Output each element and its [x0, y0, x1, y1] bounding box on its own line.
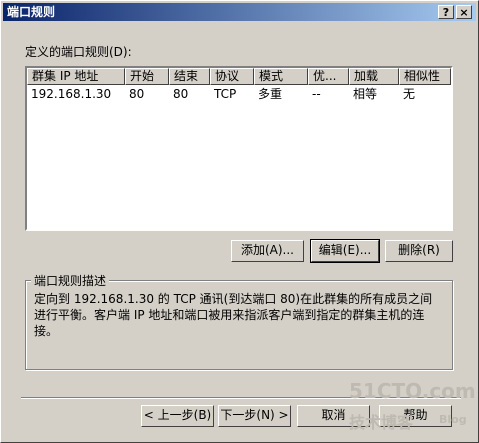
cell-mode: 多重 [258, 87, 283, 101]
next-button[interactable]: 下一步(N) > [218, 405, 291, 427]
cell-end: 80 [173, 87, 189, 101]
cell-start: 80 [129, 87, 145, 101]
column-header-mode[interactable]: 模式 [254, 68, 308, 85]
title-bar: 端口规则 ? × [3, 3, 476, 21]
cell-cluster-ip: 192.168.1.30 [31, 87, 112, 101]
column-header-end[interactable]: 结束 [169, 68, 210, 85]
description-group-label: 端口规则描述 [31, 272, 110, 289]
port-rules-dialog: 端口规则 ? × 定义的端口规则(D): 群集 IP 地址 开始 结束 协议 模… [0, 0, 479, 443]
window-title: 端口规则 [7, 5, 56, 19]
watermark-blog: Blog [439, 413, 467, 426]
column-header-affinity[interactable]: 相似性 [399, 68, 451, 85]
port-rules-list-label: 定义的端口规则(D): [25, 45, 132, 59]
column-header-protocol[interactable]: 协议 [210, 68, 254, 85]
delete-button[interactable]: 删除(R) [385, 240, 453, 262]
column-header-priority[interactable]: 优... [308, 68, 349, 85]
cell-load: 相等 [353, 87, 378, 101]
cell-protocol: TCP [214, 87, 237, 101]
description-text: 定向到 192.168.1.30 的 TCP 通讯(到达端口 80)在此群集的所… [34, 292, 433, 338]
close-icon[interactable]: × [456, 5, 472, 19]
edit-button[interactable]: 编辑(E)... [310, 239, 380, 263]
port-rules-list[interactable]: 群集 IP 地址 开始 结束 协议 模式 优... 加载 相似性 192.168… [25, 66, 453, 231]
column-header-start[interactable]: 开始 [125, 68, 169, 85]
add-button[interactable]: 添加(A)... [231, 240, 304, 262]
watermark-tagline: 技术博客 [349, 413, 414, 432]
column-header-load[interactable]: 加载 [349, 68, 399, 85]
column-header-cluster-ip[interactable]: 群集 IP 地址 [27, 68, 125, 85]
back-button[interactable]: < 上一步(B) [141, 405, 214, 427]
cell-affinity: 无 [403, 87, 416, 101]
help-title-button[interactable]: ? [438, 5, 454, 19]
cell-priority: -- [312, 87, 321, 101]
watermark-site: 51CTO.com [349, 379, 476, 403]
